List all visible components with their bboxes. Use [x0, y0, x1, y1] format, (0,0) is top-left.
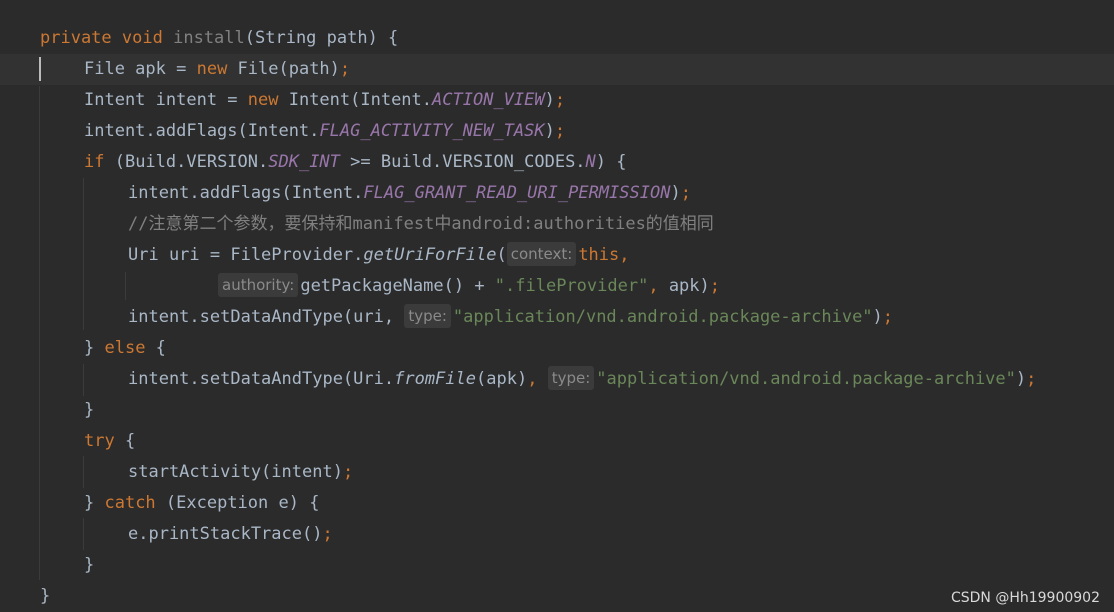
indent-guide: [83, 456, 84, 488]
semicolon: ;: [342, 462, 354, 482]
code-text: }: [84, 493, 105, 513]
static-method: fromFile: [394, 369, 476, 389]
code-text: intent.setDataAndType(Uri.: [128, 369, 395, 389]
code-line-14: try {: [84, 426, 135, 457]
code-text: Intent(Intent.: [278, 90, 433, 110]
keyword: else: [104, 338, 146, 358]
code-line-2: File apk = new File(path);: [84, 54, 350, 85]
code-text: Uri uri = FileProvider.: [128, 245, 364, 265]
string-literal: ".fileProvider": [494, 276, 649, 296]
code-line-1: private void install(String path) {: [40, 23, 398, 54]
code-text: }: [84, 338, 105, 358]
indent-guide: [83, 178, 84, 330]
semicolon: ;: [554, 121, 566, 141]
code-text: intent.addFlags(Intent.: [128, 183, 364, 203]
code-text: ): [544, 90, 555, 110]
static-field: SDK_INT: [268, 152, 340, 172]
code-text: e.printStackTrace(): [128, 524, 323, 544]
semicolon: ;: [882, 307, 894, 327]
code-line-17: e.printStackTrace();: [128, 519, 333, 550]
keyword: this: [578, 245, 620, 265]
code-line-11: } else {: [84, 333, 166, 364]
code-text: File apk =: [84, 59, 197, 79]
code-text: ): [670, 183, 681, 203]
comma: ,: [648, 276, 659, 296]
keyword: if: [84, 152, 105, 172]
code-text: ): [872, 307, 883, 327]
code-line-12: intent.setDataAndType(Uri.fromFile(apk),…: [128, 364, 1036, 395]
code-text: >= Build.VERSION_CODES.: [339, 152, 586, 172]
method-name: install: [173, 28, 245, 48]
comma: ,: [619, 245, 630, 265]
static-field: ACTION_VIEW: [432, 90, 545, 110]
code-line-8: Uri uri = FileProvider.getUriForFile(con…: [128, 240, 630, 271]
indent-guide: [125, 272, 126, 300]
semicolon: ;: [709, 276, 721, 296]
semicolon: ;: [554, 90, 566, 110]
code-text: }: [84, 555, 95, 575]
code-line-10: intent.setDataAndType(uri, type: "applica…: [128, 302, 893, 333]
code-text: (Build.VERSION.: [104, 152, 269, 172]
comment: //注意第二个参数，要保持和manifest中android:authoriti…: [128, 214, 714, 234]
code-line-7: //注意第二个参数，要保持和manifest中android:authoriti…: [128, 209, 714, 240]
parameter-hint: context:: [506, 242, 577, 266]
comma: ,: [527, 369, 538, 389]
code-line-9: authority: getPackageName() + ".fileProvi…: [218, 271, 720, 302]
code-line-15: startActivity(intent);: [128, 457, 353, 488]
semicolon: ;: [339, 59, 351, 79]
keyword: new: [247, 90, 279, 110]
keyword: new: [196, 59, 228, 79]
code-text: ): [1015, 369, 1027, 389]
code-text: }: [84, 400, 95, 420]
code-text: getPackageName() +: [300, 276, 495, 296]
watermark: CSDN @Hh19900902: [950, 590, 1100, 606]
code-line-18: }: [84, 550, 94, 581]
code-text: intent.setDataAndType(uri,: [128, 307, 405, 327]
semicolon: ;: [680, 183, 691, 203]
keyword: void: [121, 28, 163, 48]
code-line-6: intent.addFlags(Intent.FLAG_GRANT_READ_U…: [128, 178, 691, 209]
code-text: (String path) {: [244, 28, 399, 48]
string-literal: "application/vnd.android.package-archive…: [596, 369, 1016, 389]
keyword: try: [84, 431, 115, 451]
code-text: (: [496, 245, 507, 265]
code-editor[interactable]: private void install(String path) { File…: [0, 0, 1114, 612]
semicolon: ;: [322, 524, 333, 544]
code-text: Intent intent =: [84, 90, 248, 110]
keyword: catch: [104, 493, 156, 513]
code-text: File(path): [227, 59, 340, 79]
code-line-19: }: [40, 581, 50, 612]
code-line-5: if (Build.VERSION.SDK_INT >= Build.VERSI…: [84, 147, 627, 178]
code-text: ) {: [595, 152, 627, 172]
code-text: intent.addFlags(Intent.: [84, 121, 320, 141]
static-field: N: [585, 152, 596, 172]
indent-guide: [39, 86, 40, 580]
static-field: FLAG_ACTIVITY_NEW_TASK: [319, 121, 545, 141]
static-method: getUriForFile: [363, 245, 497, 265]
code-text: (Exception e) {: [155, 493, 320, 513]
code-text: }: [40, 586, 51, 606]
text-caret: [39, 57, 41, 81]
code-text: ): [544, 121, 555, 141]
code-text: {: [114, 431, 136, 451]
code-text: apk): [658, 276, 710, 296]
code-line-4: intent.addFlags(Intent.FLAG_ACTIVITY_NEW…: [84, 116, 565, 147]
static-field: FLAG_GRANT_READ_URI_PERMISSION: [363, 183, 671, 203]
code-line-3: Intent intent = new Intent(Intent.ACTION…: [84, 85, 565, 116]
code-text: (apk): [476, 369, 528, 389]
code-text: startActivity(intent): [128, 462, 343, 482]
parameter-hint: authority:: [218, 273, 299, 297]
code-line-16: } catch (Exception e) {: [84, 488, 319, 519]
code-text: {: [145, 338, 166, 358]
indent-guide: [83, 518, 84, 550]
semicolon: ;: [1026, 369, 1037, 389]
parameter-hint: type:: [547, 366, 595, 390]
indent-guide: [83, 364, 84, 396]
code-line-13: }: [84, 395, 94, 426]
string-literal: "application/vnd.android.package-archive…: [452, 307, 873, 327]
parameter-hint: type:: [404, 304, 451, 328]
keyword: private: [40, 28, 112, 48]
